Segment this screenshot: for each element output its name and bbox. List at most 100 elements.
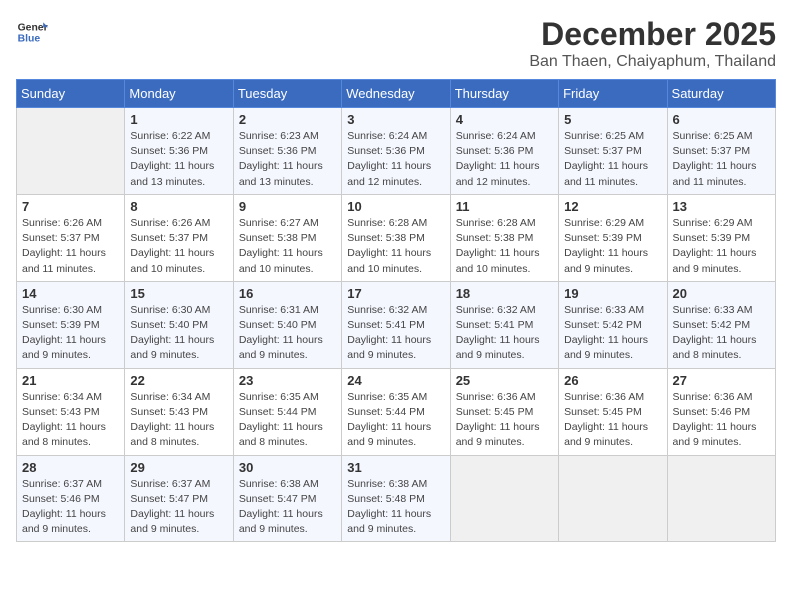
title-block: December 2025 Ban Thaen, Chaiyaphum, Tha… xyxy=(529,16,776,71)
calendar-cell: 15Sunrise: 6:30 AMSunset: 5:40 PMDayligh… xyxy=(125,281,233,368)
calendar-cell: 6 Sunrise: 6:25 AMSunset: 5:37 PMDaylight… xyxy=(667,108,775,195)
calendar-cell: 20 Sunrise: 6:33 AMSunset: 5:42 PMDayligh… xyxy=(667,281,775,368)
calendar-week-2: 7Sunrise: 6:26 AMSunset: 5:37 PMDaylight… xyxy=(17,194,776,281)
logo-icon: General Blue xyxy=(16,16,48,48)
day-number: 24 xyxy=(347,373,444,388)
calendar-cell: 7Sunrise: 6:26 AMSunset: 5:37 PMDaylight… xyxy=(17,194,125,281)
calendar-cell xyxy=(667,455,775,542)
calendar-cell: 2Sunrise: 6:23 AMSunset: 5:36 PMDaylight… xyxy=(233,108,341,195)
day-info: Sunrise: 6:34 AMSunset: 5:43 PMDaylight:… xyxy=(130,390,227,451)
day-info: Sunrise: 6:36 AMSunset: 5:45 PMDaylight:… xyxy=(456,390,553,451)
day-number: 18 xyxy=(456,286,553,301)
day-info: Sunrise: 6:25 AMSunset: 5:37 PMDaylight:… xyxy=(564,129,661,190)
calendar-cell: 9 Sunrise: 6:27 AMSunset: 5:38 PMDaylight… xyxy=(233,194,341,281)
calendar-cell: 14 Sunrise: 6:30 AMSunset: 5:39 PMDayligh… xyxy=(17,281,125,368)
day-info: Sunrise: 6:33 AMSunset: 5:42 PMDaylight:… xyxy=(564,303,661,364)
day-number: 3 xyxy=(347,112,444,127)
calendar-cell: 22 Sunrise: 6:34 AMSunset: 5:43 PMDayligh… xyxy=(125,368,233,455)
weekday-header-saturday: Saturday xyxy=(667,80,775,108)
calendar-cell: 13Sunrise: 6:29 AMSunset: 5:39 PMDayligh… xyxy=(667,194,775,281)
day-number: 31 xyxy=(347,460,444,475)
day-info: Sunrise: 6:22 AMSunset: 5:36 PMDaylight:… xyxy=(130,129,227,190)
day-number: 11 xyxy=(456,199,553,214)
calendar-cell: 16 Sunrise: 6:31 AMSunset: 5:40 PMDayligh… xyxy=(233,281,341,368)
calendar-cell: 12Sunrise: 6:29 AMSunset: 5:39 PMDayligh… xyxy=(559,194,667,281)
calendar-cell: 28 Sunrise: 6:37 AMSunset: 5:46 PMDayligh… xyxy=(17,455,125,542)
day-number: 20 xyxy=(673,286,770,301)
calendar-cell: 27 Sunrise: 6:36 AMSunset: 5:46 PMDayligh… xyxy=(667,368,775,455)
day-number: 22 xyxy=(130,373,227,388)
day-info: Sunrise: 6:37 AMSunset: 5:46 PMDaylight:… xyxy=(22,477,119,538)
day-number: 16 xyxy=(239,286,336,301)
day-info: Sunrise: 6:26 AMSunset: 5:37 PMDaylight:… xyxy=(22,216,119,277)
calendar-cell xyxy=(17,108,125,195)
calendar-body: 1Sunrise: 6:22 AMSunset: 5:36 PMDaylight… xyxy=(17,108,776,542)
day-info: Sunrise: 6:32 AMSunset: 5:41 PMDaylight:… xyxy=(347,303,444,364)
calendar-cell: 26 Sunrise: 6:36 AMSunset: 5:45 PMDayligh… xyxy=(559,368,667,455)
day-number: 15 xyxy=(130,286,227,301)
calendar-cell: 11 Sunrise: 6:28 AMSunset: 5:38 PMDayligh… xyxy=(450,194,558,281)
calendar-cell: 19Sunrise: 6:33 AMSunset: 5:42 PMDayligh… xyxy=(559,281,667,368)
calendar-cell: 10 Sunrise: 6:28 AMSunset: 5:38 PMDayligh… xyxy=(342,194,450,281)
day-info: Sunrise: 6:38 AMSunset: 5:48 PMDaylight:… xyxy=(347,477,444,538)
calendar-cell: 25 Sunrise: 6:36 AMSunset: 5:45 PMDayligh… xyxy=(450,368,558,455)
calendar-cell: 21 Sunrise: 6:34 AMSunset: 5:43 PMDayligh… xyxy=(17,368,125,455)
day-number: 12 xyxy=(564,199,661,214)
day-number: 30 xyxy=(239,460,336,475)
day-info: Sunrise: 6:36 AMSunset: 5:46 PMDaylight:… xyxy=(673,390,770,451)
calendar-cell: 4 Sunrise: 6:24 AMSunset: 5:36 PMDaylight… xyxy=(450,108,558,195)
location: Ban Thaen, Chaiyaphum, Thailand xyxy=(529,53,776,71)
day-number: 25 xyxy=(456,373,553,388)
calendar-cell xyxy=(450,455,558,542)
day-info: Sunrise: 6:32 AMSunset: 5:41 PMDaylight:… xyxy=(456,303,553,364)
day-info: Sunrise: 6:30 AMSunset: 5:39 PMDaylight:… xyxy=(22,303,119,364)
calendar-week-1: 1Sunrise: 6:22 AMSunset: 5:36 PMDaylight… xyxy=(17,108,776,195)
calendar-week-4: 21 Sunrise: 6:34 AMSunset: 5:43 PMDayligh… xyxy=(17,368,776,455)
day-number: 10 xyxy=(347,199,444,214)
calendar-cell: 18 Sunrise: 6:32 AMSunset: 5:41 PMDayligh… xyxy=(450,281,558,368)
day-info: Sunrise: 6:31 AMSunset: 5:40 PMDaylight:… xyxy=(239,303,336,364)
weekday-header-wednesday: Wednesday xyxy=(342,80,450,108)
day-info: Sunrise: 6:26 AMSunset: 5:37 PMDaylight:… xyxy=(130,216,227,277)
page-header: General Blue December 2025 Ban Thaen, Ch… xyxy=(16,16,776,71)
day-info: Sunrise: 6:38 AMSunset: 5:47 PMDaylight:… xyxy=(239,477,336,538)
day-number: 14 xyxy=(22,286,119,301)
day-number: 5 xyxy=(564,112,661,127)
day-number: 21 xyxy=(22,373,119,388)
day-info: Sunrise: 6:27 AMSunset: 5:38 PMDaylight:… xyxy=(239,216,336,277)
day-info: Sunrise: 6:25 AMSunset: 5:37 PMDaylight:… xyxy=(673,129,770,190)
day-number: 23 xyxy=(239,373,336,388)
day-number: 13 xyxy=(673,199,770,214)
day-number: 4 xyxy=(456,112,553,127)
calendar-cell: 23 Sunrise: 6:35 AMSunset: 5:44 PMDayligh… xyxy=(233,368,341,455)
calendar-cell: 3Sunrise: 6:24 AMSunset: 5:36 PMDaylight… xyxy=(342,108,450,195)
day-info: Sunrise: 6:37 AMSunset: 5:47 PMDaylight:… xyxy=(130,477,227,538)
calendar-cell: 17 Sunrise: 6:32 AMSunset: 5:41 PMDayligh… xyxy=(342,281,450,368)
calendar-cell: 30 Sunrise: 6:38 AMSunset: 5:47 PMDayligh… xyxy=(233,455,341,542)
day-info: Sunrise: 6:35 AMSunset: 5:44 PMDaylight:… xyxy=(239,390,336,451)
day-number: 6 xyxy=(673,112,770,127)
day-number: 9 xyxy=(239,199,336,214)
day-info: Sunrise: 6:23 AMSunset: 5:36 PMDaylight:… xyxy=(239,129,336,190)
calendar-week-3: 14 Sunrise: 6:30 AMSunset: 5:39 PMDayligh… xyxy=(17,281,776,368)
calendar-week-5: 28 Sunrise: 6:37 AMSunset: 5:46 PMDayligh… xyxy=(17,455,776,542)
calendar-cell: 29Sunrise: 6:37 AMSunset: 5:47 PMDayligh… xyxy=(125,455,233,542)
day-info: Sunrise: 6:28 AMSunset: 5:38 PMDaylight:… xyxy=(456,216,553,277)
day-info: Sunrise: 6:35 AMSunset: 5:44 PMDaylight:… xyxy=(347,390,444,451)
day-info: Sunrise: 6:36 AMSunset: 5:45 PMDaylight:… xyxy=(564,390,661,451)
day-number: 28 xyxy=(22,460,119,475)
day-info: Sunrise: 6:34 AMSunset: 5:43 PMDaylight:… xyxy=(22,390,119,451)
day-info: Sunrise: 6:33 AMSunset: 5:42 PMDaylight:… xyxy=(673,303,770,364)
weekday-header-sunday: Sunday xyxy=(17,80,125,108)
day-number: 26 xyxy=(564,373,661,388)
day-number: 17 xyxy=(347,286,444,301)
calendar-cell: 8Sunrise: 6:26 AMSunset: 5:37 PMDaylight… xyxy=(125,194,233,281)
month-year: December 2025 xyxy=(529,16,776,53)
day-number: 27 xyxy=(673,373,770,388)
svg-text:Blue: Blue xyxy=(18,34,41,45)
calendar-cell: 24 Sunrise: 6:35 AMSunset: 5:44 PMDayligh… xyxy=(342,368,450,455)
calendar-cell xyxy=(559,455,667,542)
day-info: Sunrise: 6:28 AMSunset: 5:38 PMDaylight:… xyxy=(347,216,444,277)
weekday-header-row: SundayMondayTuesdayWednesdayThursdayFrid… xyxy=(17,80,776,108)
day-info: Sunrise: 6:24 AMSunset: 5:36 PMDaylight:… xyxy=(456,129,553,190)
